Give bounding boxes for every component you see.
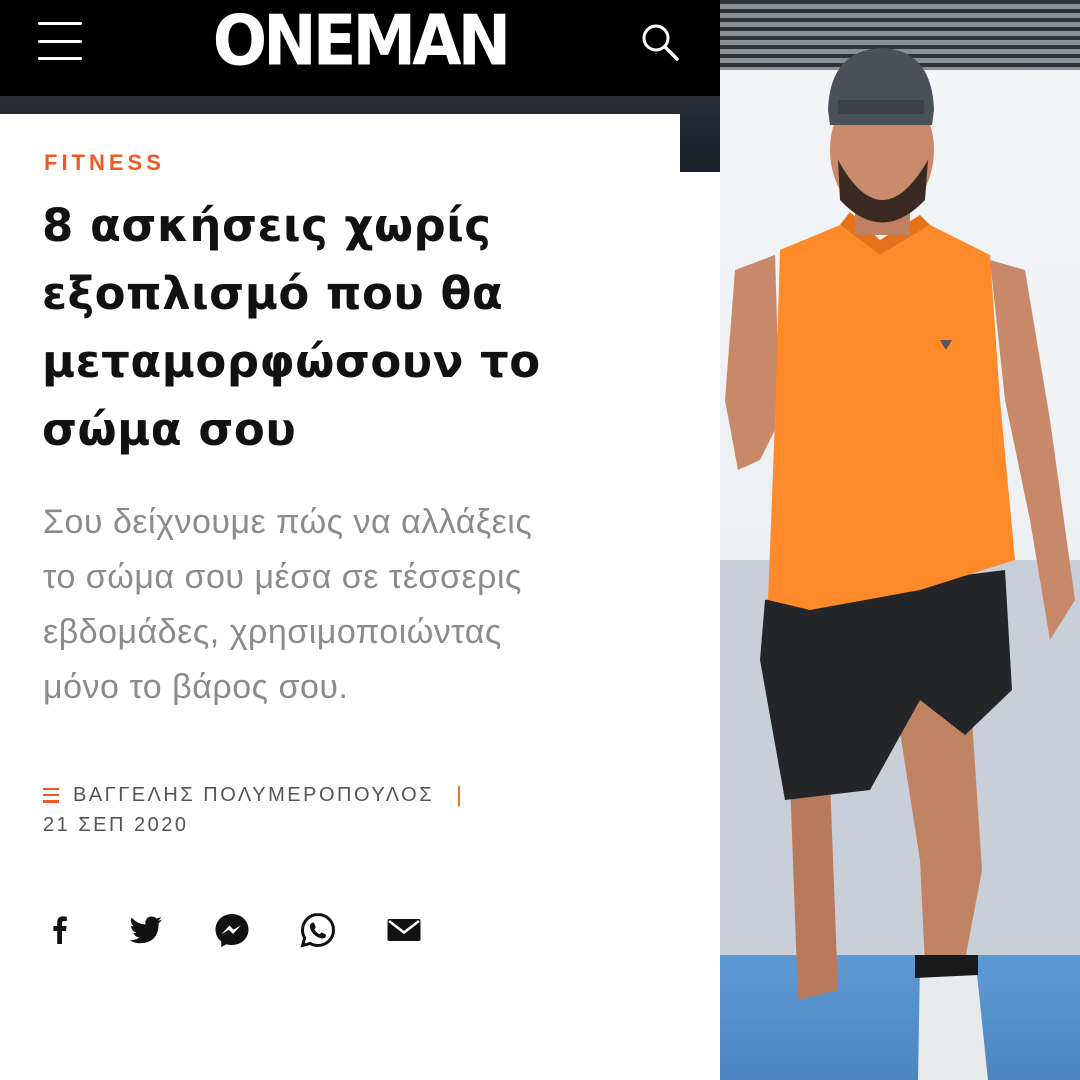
publish-date: 21 ΣΕΠ 2020 — [43, 814, 189, 836]
article-headline: 8 ασκήσεις χωρίς εξοπλισμό που θα μεταμο… — [42, 192, 642, 464]
subtitle-line: το σώμα σου μέσα σε τέσσερις — [43, 558, 522, 596]
subtitle-line: Σου δείχνουμε πώς να αλλάξεις — [43, 503, 533, 541]
athlete-figure — [725, 48, 1075, 1080]
byline-separator: | — [456, 782, 462, 807]
email-icon[interactable] — [384, 910, 424, 950]
site-logo[interactable]: ONEMAN — [185, 1, 535, 83]
author-link[interactable]: ΒΑΓΓΕΛΗΣ ΠΟΛΥΜΕΡΟΠΟΥΛΟΣ — [73, 784, 434, 807]
share-bar — [40, 910, 470, 950]
headline-line: 8 ασκήσεις χωρίς — [42, 199, 492, 252]
category-label[interactable]: FITNESS — [44, 150, 165, 176]
facebook-icon[interactable] — [40, 910, 80, 950]
byline: ΒΑΓΓΕΛΗΣ ΠΟΛΥΜΕΡΟΠΟΥΛΟΣ | — [43, 782, 462, 808]
subtitle-line: μόνο το βάρος σου. — [43, 668, 349, 706]
twitter-icon[interactable] — [126, 910, 166, 950]
headline-line: εξοπλισμό που θα — [42, 267, 504, 320]
hamburger-menu-icon[interactable] — [38, 22, 82, 60]
site-header: ONEMAN — [0, 0, 720, 96]
whatsapp-icon[interactable] — [298, 910, 338, 950]
messenger-icon[interactable] — [212, 910, 252, 950]
search-icon[interactable] — [638, 20, 682, 64]
article-subtitle: Σου δείχνουμε πώς να αλλάξεις το σώμα σο… — [43, 495, 663, 715]
headline-line: σώμα σου — [42, 403, 297, 456]
hero-photo — [720, 0, 1080, 1080]
subtitle-line: εβδομάδες, χρησιμοποιώντας — [43, 613, 502, 651]
headline-line: μεταμορφώσουν το — [42, 335, 541, 388]
article-card: FITNESS 8 ασκήσεις χωρίς εξοπλισμό που θ… — [0, 114, 680, 950]
author-list-icon — [43, 787, 59, 803]
